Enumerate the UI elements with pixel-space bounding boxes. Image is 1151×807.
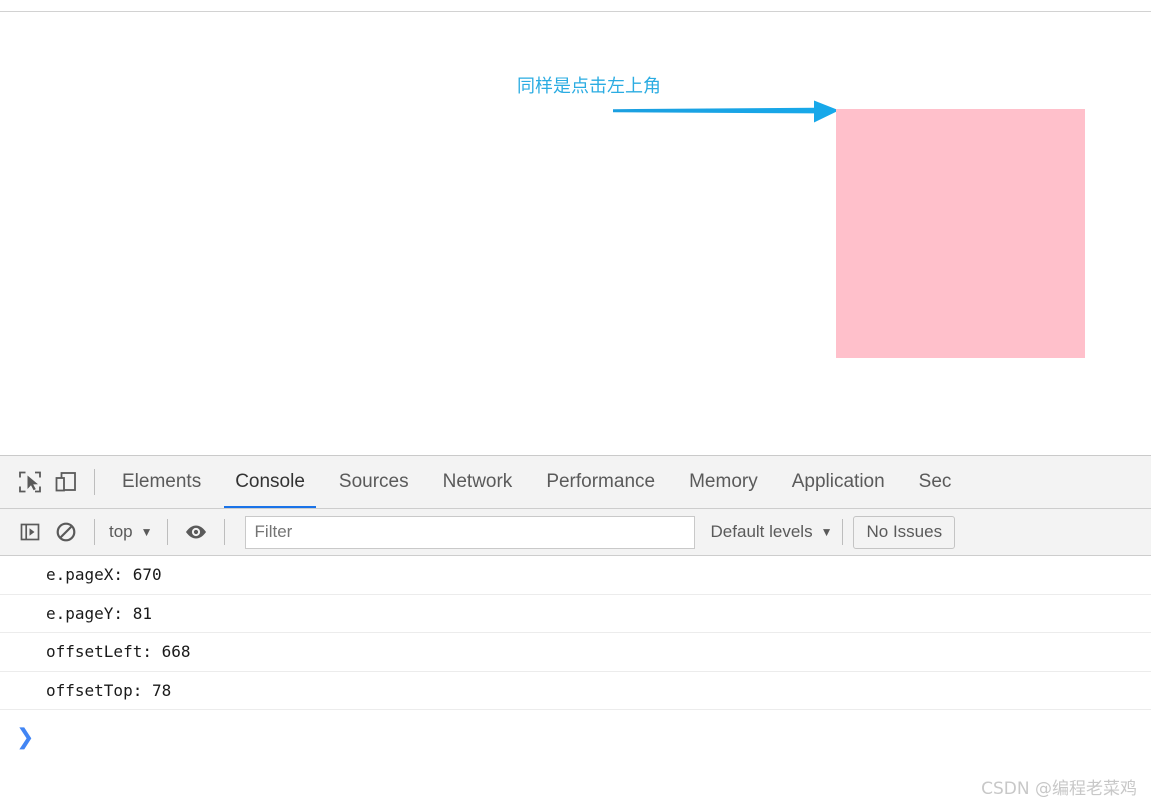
- watermark: CSDN @编程老菜鸡: [981, 779, 1137, 799]
- console-toolbar-divider-2: [166, 519, 168, 545]
- tab-label: Memory: [689, 471, 758, 492]
- tab-label: Elements: [122, 471, 202, 492]
- tab-application[interactable]: Application: [775, 456, 902, 508]
- devtools-panel: Elements Console Sources Network Perform…: [0, 455, 1151, 807]
- console-toolbar-divider-3: [223, 519, 225, 545]
- console-toolbar-divider-4: [842, 519, 844, 545]
- console-context-selector[interactable]: top ▼: [105, 522, 157, 542]
- live-expression-icon[interactable]: [178, 514, 214, 550]
- console-message-text: offsetTop: 78: [46, 681, 172, 701]
- tab-label: Application: [791, 471, 885, 492]
- web-page-viewport: 同样是点击左上角: [0, 0, 1151, 455]
- console-message-list: e.pageX: 670 e.pageY: 81 offsetLeft: 668…: [0, 556, 1151, 766]
- console-message-text: e.pageX: 670: [46, 565, 162, 585]
- console-context-label: top: [109, 522, 133, 541]
- tab-label: Console: [235, 471, 305, 492]
- tab-memory[interactable]: Memory: [672, 456, 775, 508]
- prompt-caret-icon: ❯: [16, 724, 35, 750]
- screenshot-root: 同样是点击左上角 Elements Console Sources Networ…: [0, 0, 1151, 807]
- pink-demo-box[interactable]: [836, 109, 1085, 358]
- console-message-row[interactable]: offsetLeft: 668: [0, 633, 1151, 672]
- device-toolbar-icon[interactable]: [48, 464, 84, 500]
- tab-network[interactable]: Network: [426, 456, 530, 508]
- tab-label: Sources: [338, 471, 409, 492]
- tab-label: Performance: [546, 471, 656, 492]
- console-message-row[interactable]: e.pageX: 670: [0, 556, 1151, 595]
- console-message-text: e.pageY: 81: [46, 603, 152, 623]
- log-levels-selector[interactable]: Default levels ▼: [711, 522, 833, 542]
- inspect-element-icon[interactable]: [12, 464, 48, 500]
- console-prompt[interactable]: ❯: [0, 710, 1151, 766]
- console-message-row[interactable]: e.pageY: 81: [0, 595, 1151, 634]
- console-toolbar: top ▼ Default levels ▼ No Issues: [0, 509, 1151, 556]
- chevron-down-icon: ▼: [140, 525, 153, 539]
- tab-elements[interactable]: Elements: [105, 456, 218, 508]
- annotation-arrow-icon: [613, 100, 839, 123]
- log-levels-label: Default levels: [710, 522, 813, 541]
- tab-security[interactable]: Sec: [902, 456, 969, 508]
- console-toolbar-divider-1: [94, 519, 95, 545]
- tab-console[interactable]: Console: [218, 456, 322, 508]
- chevron-down-icon: ▼: [820, 525, 833, 539]
- issues-button[interactable]: No Issues: [853, 515, 956, 549]
- toolbar-divider: [94, 469, 95, 495]
- issues-label: No Issues: [866, 522, 943, 541]
- tab-sources[interactable]: Sources: [322, 456, 426, 508]
- page-top-divider: [0, 11, 1151, 12]
- console-message-row[interactable]: offsetTop: 78: [0, 672, 1151, 711]
- tab-label: Sec: [918, 471, 952, 492]
- console-message-text: offsetLeft: 668: [46, 642, 191, 662]
- devtools-tabbar: Elements Console Sources Network Perform…: [0, 456, 1151, 509]
- clear-console-icon[interactable]: [48, 514, 84, 550]
- tab-performance[interactable]: Performance: [529, 456, 672, 508]
- tab-label: Network: [442, 471, 513, 492]
- filter-input[interactable]: [244, 515, 695, 549]
- console-sidebar-icon[interactable]: [12, 514, 48, 550]
